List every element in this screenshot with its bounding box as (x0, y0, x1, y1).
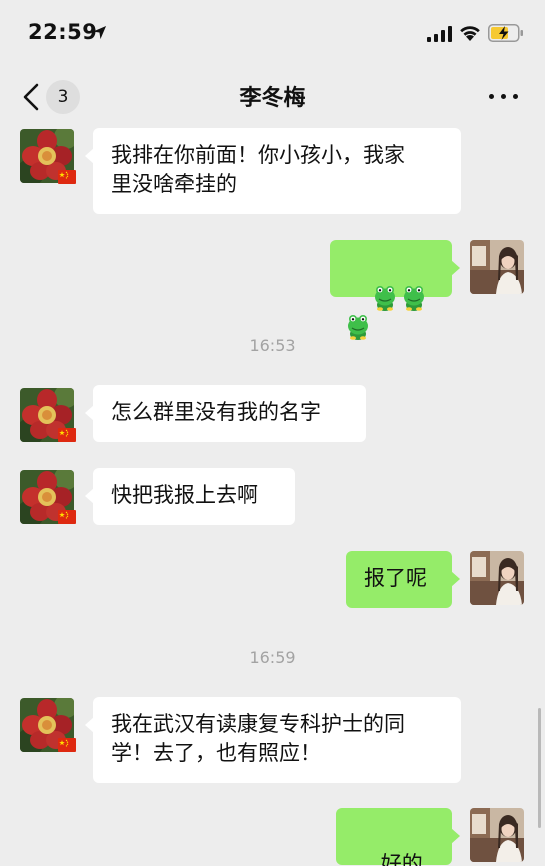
incoming-message-bubble[interactable]: 我在武汉有读康复专科护士的同 学！去了，也有照应！ (85, 697, 461, 783)
outgoing-message-bubble[interactable]: 报了呢 (346, 551, 460, 608)
chat-header: 3 李冬梅 (0, 64, 545, 126)
back-button[interactable]: 3 (18, 80, 82, 114)
battery-charging-icon (488, 24, 523, 42)
my-avatar[interactable] (470, 240, 524, 294)
cellular-signal-icon (427, 26, 452, 42)
location-arrow-icon (92, 25, 107, 40)
china-flag-icon (58, 510, 76, 524)
china-flag-icon (58, 170, 76, 184)
more-dots-icon (489, 94, 494, 99)
my-avatar[interactable] (470, 808, 524, 862)
more-dots-icon (513, 94, 518, 99)
outgoing-message-bubble[interactable] (330, 240, 460, 297)
more-options-button[interactable] (484, 84, 524, 108)
more-dots-icon (501, 94, 506, 99)
chevron-left-icon (23, 83, 39, 111)
china-flag-icon (58, 738, 76, 752)
message-timestamp: 16:53 (249, 336, 296, 355)
outgoing-message-bubble[interactable]: 好的 (336, 808, 460, 866)
status-bar: 22:59 (0, 0, 545, 64)
message-timestamp: 16:59 (249, 648, 296, 667)
incoming-message-bubble[interactable]: 我排在你前面！你小孩小，我家 里没啥牵挂的 (85, 128, 461, 214)
status-time: 22:59 (28, 20, 98, 44)
scrollbar-thumb[interactable] (538, 708, 541, 828)
frog-emoji-icon (373, 285, 397, 311)
my-avatar[interactable] (470, 551, 524, 605)
wifi-icon (460, 26, 480, 41)
message-text: 好的 (380, 852, 423, 866)
incoming-message-bubble[interactable]: 快把我报上去啊 (85, 468, 295, 525)
china-flag-icon (58, 428, 76, 442)
frog-emoji-icon (402, 285, 426, 311)
incoming-message-bubble[interactable]: 怎么群里没有我的名字 (85, 385, 366, 442)
unread-count-badge: 3 (46, 80, 80, 114)
